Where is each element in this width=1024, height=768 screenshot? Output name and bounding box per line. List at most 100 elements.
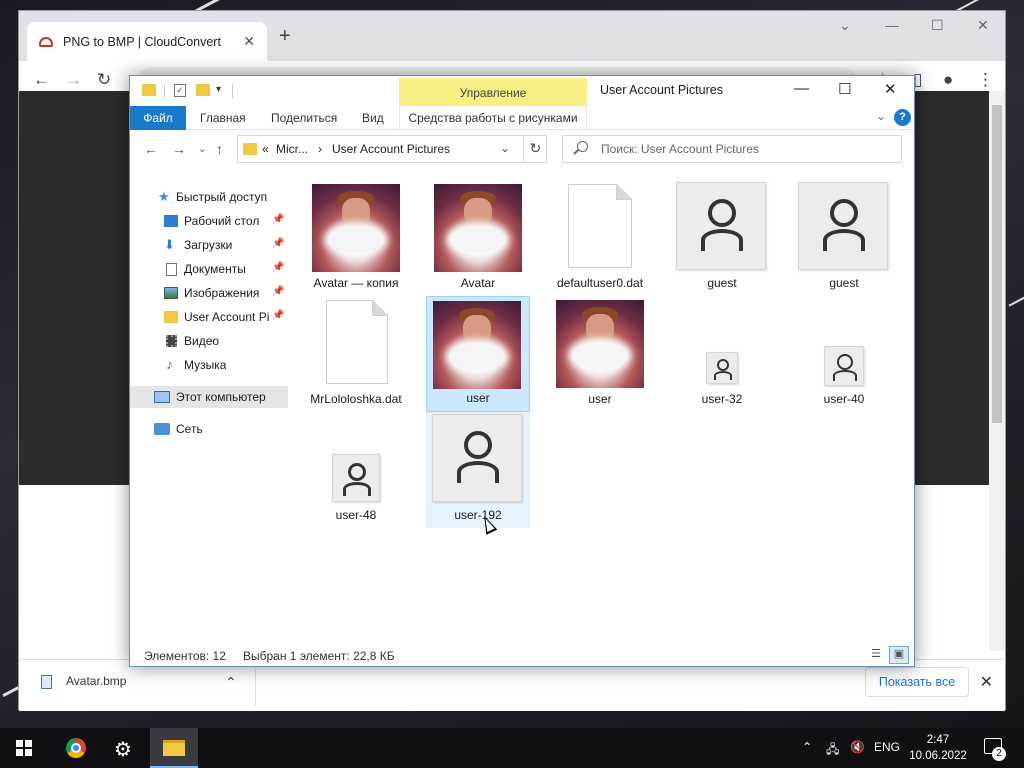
desktop-icon [164,215,178,227]
nav-user-account-pictures[interactable]: User Account Pic 📌 [130,306,288,328]
nav-pictures[interactable]: Изображения 📌 [130,282,288,304]
close-tab-icon[interactable]: ✕ [243,33,255,50]
new-tab-icon[interactable]: + [279,25,291,48]
nav-this-pc[interactable]: Этот компьютер [130,386,288,408]
pin-icon[interactable]: 📌 [272,286,284,297]
user-placeholder-icon [332,454,380,502]
chevron-down-icon[interactable]: ⌄ [876,109,886,123]
page-scrollbar[interactable] [989,91,1005,651]
details-view-icon[interactable]: ☰ [866,646,886,664]
close-window-icon[interactable]: ✕ [977,17,989,34]
file-name: Avatar [460,276,496,290]
search-input[interactable]: Поиск: User Account Pictures [562,135,902,163]
tab-share[interactable]: Поделиться [271,111,337,125]
profile-avatar-icon[interactable]: ● [943,70,953,90]
pin-icon[interactable]: 📌 [272,214,284,225]
properties-icon[interactable]: ✓ [174,84,186,97]
language-indicator[interactable]: ENG [874,740,900,754]
browser-tab[interactable]: PNG to BMP | CloudConvert ✕ [27,22,267,61]
file-item[interactable]: user-192 [426,412,530,528]
tab-view[interactable]: Вид [362,111,384,125]
file-item[interactable]: user [426,296,530,412]
tab-picture-tools[interactable]: Средства работы с рисунками [399,106,587,130]
clock-time: 2:47 [926,734,950,746]
network-icon[interactable]: 🖧 [826,740,839,761]
page-scrollbar-thumb[interactable] [992,105,1002,423]
file-item[interactable]: MrLololoshka.dat [304,296,408,412]
tab-search-icon[interactable]: ⌄ [839,17,851,34]
taskbar-explorer[interactable] [150,728,198,768]
maximize-icon[interactable]: ☐ [838,80,851,98]
nav-documents[interactable]: Документы 📌 [130,258,288,280]
tab-file[interactable]: Файл [130,106,186,130]
pin-icon[interactable]: 📌 [272,238,284,249]
chevron-down-icon[interactable]: ⌄ [500,141,510,155]
window-title: User Account Pictures [600,83,723,97]
close-icon[interactable]: ✕ [884,80,897,98]
network-icon [154,423,170,435]
taskbar-settings[interactable]: ⚙ [100,728,148,768]
forward-icon[interactable]: → [172,141,186,157]
help-icon[interactable]: ? [894,109,911,126]
explorer-window: ✓ ▾ Управление User Account Pictures — ☐… [129,75,915,667]
clock[interactable]: 2:47 10.06.2022 [906,732,970,764]
file-item[interactable]: user-48 [304,412,408,528]
nav-quick-access[interactable]: ★ Быстрый доступ [130,186,288,208]
file-item[interactable]: guest [670,180,774,296]
folder-icon [142,84,156,96]
breadcrumb-separator[interactable]: › [318,142,322,156]
file-name: user-192 [454,508,502,522]
up-icon[interactable]: ↑ [216,141,223,157]
nav-video[interactable]: Видео [130,330,288,352]
nav-desktop[interactable]: Рабочий стол 📌 [130,210,288,232]
selection-info: Выбран 1 элемент: 22,8 КБ [243,649,395,663]
back-icon[interactable]: ← [33,70,50,90]
file-item[interactable]: user-40 [792,296,896,412]
volume-muted-icon[interactable]: 🔇 [850,740,865,754]
minimize-icon[interactable]: — [794,80,809,97]
breadcrumb-overflow[interactable]: « [262,142,269,156]
file-item[interactable]: user-32 [670,296,774,412]
computer-icon [154,391,170,403]
start-button[interactable] [0,728,48,768]
chevron-up-icon[interactable]: ⌃ [225,674,237,691]
avatar-thumbnail [556,300,644,388]
download-item[interactable]: Avatar.bmp [41,674,126,689]
gear-icon: ⚙ [114,739,132,761]
refresh-icon[interactable]: ↻ [523,136,547,162]
nav-downloads[interactable]: ⬇ Загрузки 📌 [130,234,288,256]
show-hidden-icons-icon[interactable]: ⌃ [802,740,812,754]
file-item[interactable]: Avatar [426,180,530,296]
document-icon [568,184,632,268]
close-shelf-icon[interactable]: ✕ [980,672,993,692]
reload-icon[interactable]: ↻ [97,70,111,90]
menu-dots-icon[interactable]: ⋮ [977,70,994,90]
new-folder-icon[interactable] [196,84,210,96]
maximize-icon[interactable]: ☐ [931,17,944,34]
chrome-icon [66,738,86,758]
back-icon[interactable]: ← [144,141,158,157]
file-item[interactable]: guest [792,180,896,296]
nav-network[interactable]: Сеть [130,418,288,440]
recent-locations-icon[interactable]: ⌄ [198,144,206,155]
star-icon: ★ [158,189,170,204]
show-all-button[interactable]: Показать все [865,667,969,697]
pin-icon[interactable]: 📌 [272,310,284,321]
forward-icon[interactable]: → [65,70,82,90]
file-item[interactable]: Avatar — копия [304,180,408,296]
nav-music[interactable]: ♪ Музыка [130,354,288,376]
pin-icon[interactable]: 📌 [272,262,284,273]
qat-dropdown-icon[interactable]: ▾ [216,84,221,95]
user-placeholder-icon [432,414,522,502]
large-icons-view-icon[interactable]: ▣ [889,646,909,664]
manage-tab[interactable]: Управление [399,78,587,106]
divider [164,84,165,98]
file-item[interactable]: defaultuser0.dat [548,180,652,296]
address-box[interactable]: « Micr... › User Account Pictures ⌄ ↻ [237,135,547,163]
file-item[interactable]: user [548,296,652,412]
breadcrumb-segment[interactable]: User Account Pictures [332,142,450,156]
tab-home[interactable]: Главная [200,111,246,125]
minimize-icon[interactable]: — [885,17,899,33]
taskbar-chrome[interactable] [52,728,100,768]
breadcrumb-segment[interactable]: Micr... [276,142,308,156]
